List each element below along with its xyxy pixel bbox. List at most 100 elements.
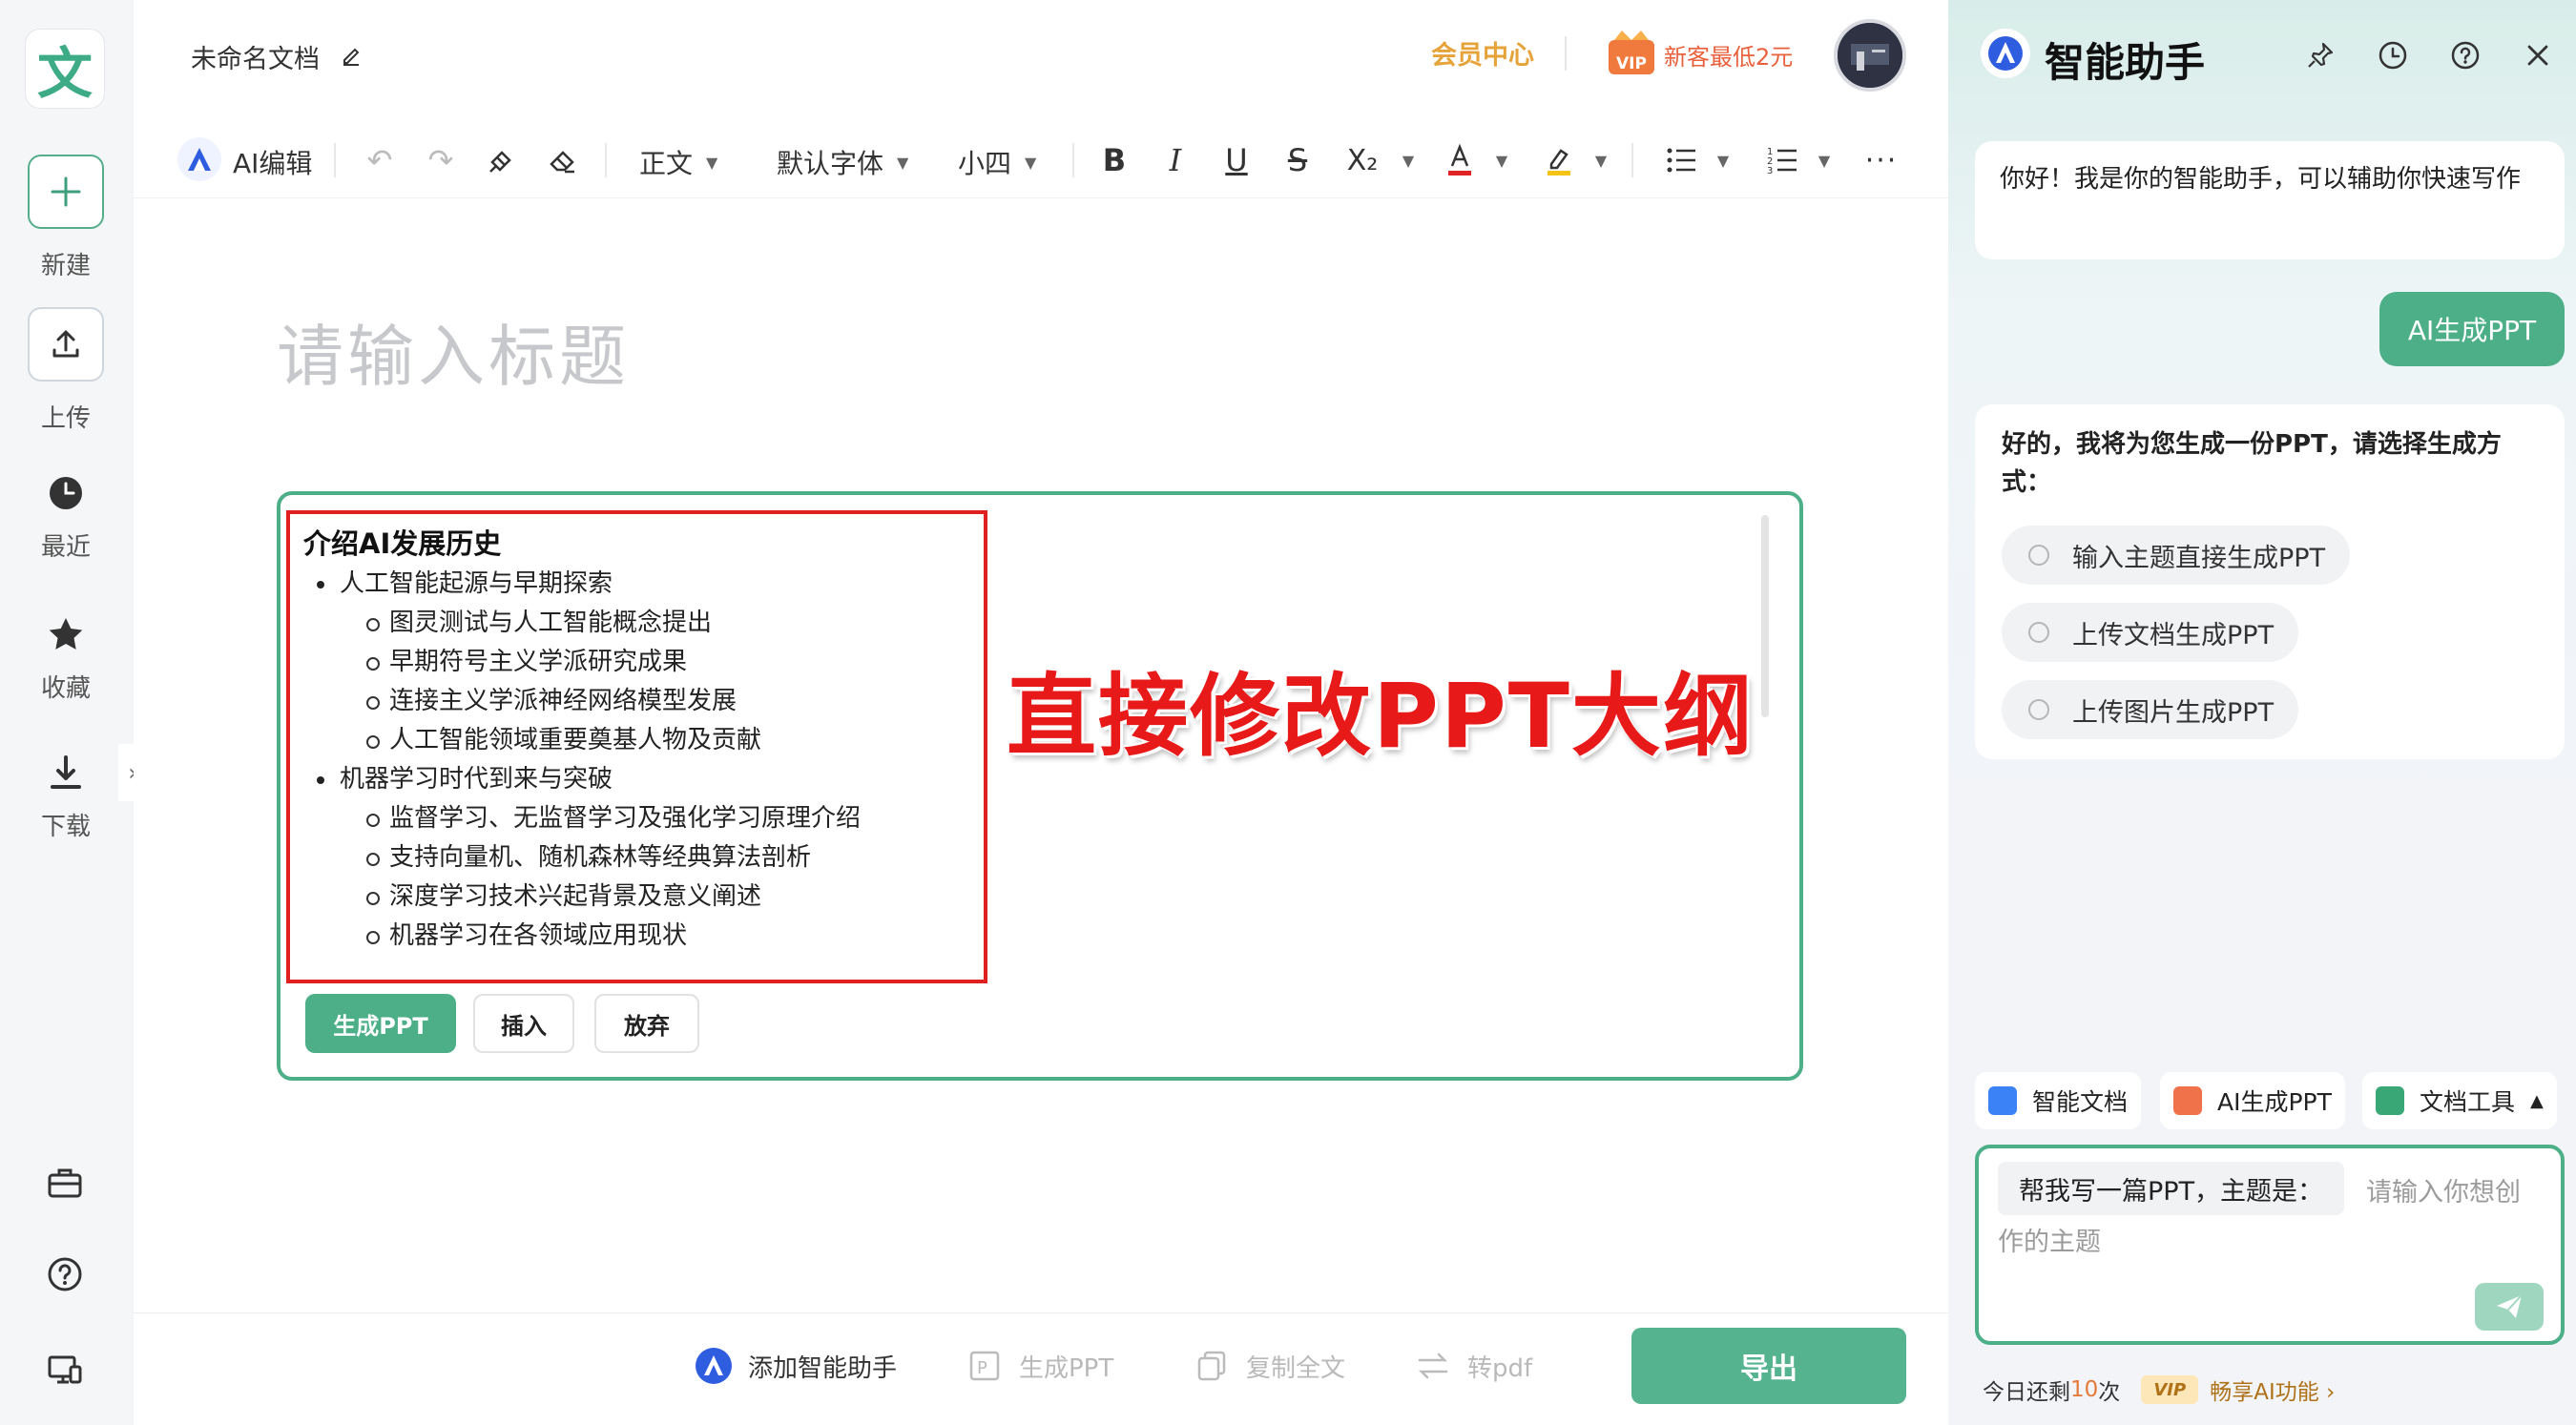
send-button[interactable] <box>2475 1283 2544 1331</box>
doc-icon <box>1988 1086 2017 1115</box>
app-logo[interactable]: 文 <box>25 29 105 109</box>
chip-label: 文档工具 <box>2420 1088 2516 1116</box>
tools-icon <box>2376 1086 2404 1115</box>
quota-count: 10 <box>2070 1377 2099 1402</box>
vip-gift-icon[interactable]: VIP <box>1605 27 1658 78</box>
more-icon[interactable]: ··· <box>1862 141 1901 179</box>
download-icon[interactable] <box>37 744 94 801</box>
radio-icon <box>2028 699 2049 720</box>
chevron-down-icon: ▼ <box>897 153 909 172</box>
pin-icon[interactable] <box>2303 38 2337 72</box>
history-icon[interactable] <box>2376 38 2410 72</box>
underline-icon[interactable]: U <box>1217 141 1256 179</box>
vip-upgrade-link[interactable]: 畅享AI功能 › <box>2210 1373 2335 1406</box>
ai-edit-logo-icon[interactable] <box>177 137 221 181</box>
rail-upload[interactable]: 上传 <box>0 307 132 434</box>
paragraph-style-value: 正文 <box>639 148 694 179</box>
rail-download-label: 下载 <box>40 813 91 841</box>
close-icon[interactable] <box>2521 38 2555 72</box>
redo-icon[interactable]: ↷ <box>422 141 460 179</box>
title-placeholder[interactable]: 请输入标题 <box>277 303 630 400</box>
help-icon[interactable] <box>2448 38 2483 72</box>
export-button[interactable]: 导出 <box>1631 1328 1906 1404</box>
bullet-list-icon[interactable] <box>1662 141 1700 179</box>
font-size-select[interactable]: 小四 ▼ <box>958 143 1036 181</box>
prompt-placeholder-cont: 作的主题 <box>1998 1228 2101 1257</box>
quota-prefix: 今日还剩 <box>1983 1380 2070 1405</box>
radio-icon <box>2028 545 2049 566</box>
undo-icon[interactable]: ↶ <box>361 141 399 179</box>
ppt-icon <box>2173 1086 2202 1115</box>
chevron-down-icon[interactable]: ▼ <box>1582 141 1620 179</box>
numbered-list-icon[interactable]: 123 <box>1763 141 1801 179</box>
insert-button[interactable]: 插入 <box>473 994 574 1053</box>
avatar[interactable] <box>1834 19 1906 92</box>
rail-recent[interactable]: 最近 <box>0 465 132 563</box>
prompt-prefix-tag[interactable]: 帮我写一篇PPT，主题是： <box>1998 1162 2345 1215</box>
add-assistant-button[interactable]: 添加智能助手 <box>695 1347 897 1385</box>
chip-smart-doc[interactable]: 智能文档 <box>1975 1072 2142 1129</box>
toolbar-divider <box>605 143 607 177</box>
paragraph-style-select[interactable]: 正文 ▼ <box>639 143 717 181</box>
new-user-promo[interactable]: 新客最低2元 <box>1664 38 1793 72</box>
discard-button[interactable]: 放弃 <box>594 994 699 1053</box>
header-divider <box>1565 36 1567 71</box>
chevron-down-icon[interactable]: ▼ <box>1704 141 1742 179</box>
device-icon[interactable] <box>46 1351 84 1389</box>
subscript-icon[interactable]: X₂ <box>1340 141 1385 179</box>
send-icon <box>2497 1294 2523 1318</box>
vip-badge[interactable]: VIP <box>2141 1375 2199 1404</box>
font-family-select[interactable]: 默认字体 ▼ <box>777 143 908 181</box>
option-label: 输入主题直接生成PPT <box>2072 543 2326 573</box>
to-pdf-button[interactable]: 转pdf <box>1414 1347 1532 1385</box>
option-label: 上传文档生成PPT <box>2072 620 2275 651</box>
edit-pencil-icon[interactable] <box>340 44 363 67</box>
plus-icon[interactable] <box>28 155 104 229</box>
strikethrough-icon[interactable]: S <box>1278 141 1317 179</box>
quota-suffix: 次 <box>2098 1380 2121 1405</box>
help-icon[interactable] <box>46 1255 84 1293</box>
chip-ai-ppt[interactable]: AI生成PPT <box>2160 1072 2345 1129</box>
toolbar-divider <box>1072 143 1074 177</box>
option-upload-doc[interactable]: 上传文档生成PPT <box>2002 603 2299 662</box>
rail-upload-label: 上传 <box>40 404 91 433</box>
rail-download[interactable]: 下载 <box>0 744 132 842</box>
chip-doc-tools[interactable]: 文档工具 ▲ <box>2362 1072 2557 1129</box>
bottom-generate-ppt-button[interactable]: P 生成PPT <box>966 1347 1113 1385</box>
clock-icon[interactable] <box>37 465 94 522</box>
chevron-down-icon[interactable]: ▼ <box>1389 141 1427 179</box>
font-size-value: 小四 <box>958 148 1012 179</box>
option-upload-image[interactable]: 上传图片生成PPT <box>2002 680 2299 739</box>
generate-ppt-button[interactable]: 生成PPT <box>305 994 456 1053</box>
toolbox-icon[interactable] <box>44 1164 86 1202</box>
rail-favorites[interactable]: 收藏 <box>0 606 132 704</box>
chevron-down-icon: ▼ <box>1025 153 1037 172</box>
chevron-down-icon[interactable]: ▼ <box>1483 141 1521 179</box>
upload-icon[interactable] <box>28 307 104 382</box>
toolbar-divider <box>334 143 336 177</box>
prompt-placeholder: 请输入你想创 <box>2366 1178 2521 1208</box>
font-color-icon[interactable] <box>1441 141 1479 179</box>
eraser-icon[interactable] <box>544 141 582 179</box>
star-icon[interactable] <box>37 606 94 663</box>
rail-new[interactable]: 新建 <box>0 155 132 281</box>
vip-icon-text: VIP <box>1616 54 1647 73</box>
bold-icon[interactable]: B <box>1095 141 1133 179</box>
rail-favorites-label: 收藏 <box>40 674 91 703</box>
outline-scrollbar[interactable] <box>1761 515 1769 717</box>
option-label: 上传图片生成PPT <box>2072 697 2275 728</box>
svg-text:3: 3 <box>1767 166 1773 176</box>
format-painter-icon[interactable] <box>483 141 521 179</box>
chip-label: 智能文档 <box>2032 1088 2129 1116</box>
ai-edit-button[interactable]: AI编辑 <box>233 143 312 181</box>
ppt-icon: P <box>966 1347 1004 1385</box>
vip-center-link[interactable]: 会员中心 <box>1431 34 1534 72</box>
highlight-box <box>286 510 987 983</box>
highlight-icon[interactable] <box>1540 141 1578 179</box>
radio-icon <box>2028 622 2049 643</box>
doc-title[interactable]: 未命名文档 <box>191 38 320 75</box>
chevron-down-icon[interactable]: ▼ <box>1805 141 1843 179</box>
italic-icon[interactable]: I <box>1156 141 1195 179</box>
copy-all-button[interactable]: 复制全文 <box>1193 1347 1345 1385</box>
option-topic[interactable]: 输入主题直接生成PPT <box>2002 526 2351 585</box>
